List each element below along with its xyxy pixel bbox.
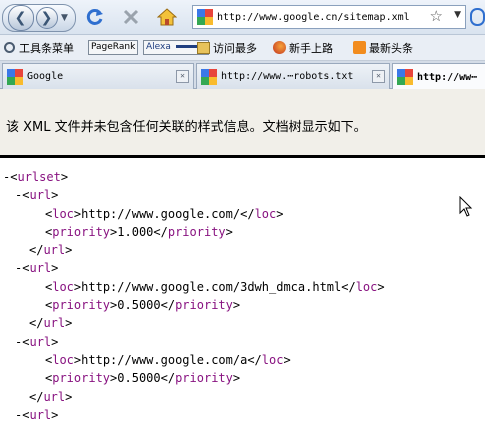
pagerank-icon: PageRank	[88, 40, 139, 55]
pagerank-button[interactable]: PageRank	[88, 39, 139, 56]
forward-button[interactable]: ❯	[35, 7, 58, 29]
xml-line: <priority>0.5000</priority>	[45, 298, 241, 313]
bookmark-most-visited[interactable]: 访问最多	[196, 39, 257, 56]
toolbar-gear-icon	[2, 41, 16, 55]
mouse-cursor-icon	[459, 196, 473, 217]
bookmark-latest-headlines[interactable]: 最新头条	[352, 39, 413, 56]
back-forward-group: ❮ ❯ ▼	[2, 4, 76, 32]
bookmark-star-icon[interactable]: ☆	[430, 7, 443, 25]
search-engine-icon[interactable]	[470, 4, 485, 30]
tab-robots[interactable]: http://www.⋯robots.txt ✕	[196, 63, 390, 89]
folder-icon	[196, 41, 210, 55]
bookmark-label: 访问最多	[213, 41, 257, 55]
tab-sitemap[interactable]: http://ww⋯	[392, 63, 485, 90]
xml-tag-name: priority	[175, 371, 233, 386]
bookmark-label: 最新头条	[369, 41, 413, 55]
tab-title: http://ww⋯	[417, 71, 478, 83]
address-bar[interactable]: http://www.google.cn/sitemap.xml ☆ ▼	[192, 5, 466, 29]
xml-tag-name: loc	[52, 279, 74, 294]
address-url: http://www.google.cn/sitemap.xml	[217, 11, 410, 23]
xml-tag-name: url	[29, 261, 52, 276]
xml-tag-name: url	[29, 188, 52, 203]
xml-line: <loc>http://www.google.com/</loc>	[45, 206, 284, 221]
xml-line: <loc>http://www.google.com/3dwh_dmca.htm…	[45, 279, 385, 294]
tab-title: http://www.⋯robots.txt	[221, 71, 354, 82]
rss-icon	[352, 41, 366, 55]
xml-tag-name: url	[43, 316, 66, 331]
xml-line: </url>	[29, 243, 73, 258]
xml-line: </url>	[29, 389, 73, 404]
xml-tag-name: priority	[52, 224, 111, 239]
google-favicon-icon	[7, 68, 23, 85]
xml-tag-name: priority	[175, 298, 233, 313]
xml-tag-name: priority	[167, 224, 226, 239]
loc-value: http://www.google.com/	[81, 206, 241, 221]
reload-icon	[86, 8, 103, 25]
xml-tag-name: priority	[52, 298, 111, 313]
stop-button[interactable]	[118, 4, 144, 30]
xml-line: -<url>	[15, 188, 59, 203]
xml-line: </url>	[29, 316, 73, 331]
xml-tag-name: loc	[52, 352, 74, 367]
home-button[interactable]	[154, 4, 180, 30]
tab-strip: Google ✕ http://www.⋯robots.txt ✕ http:/…	[0, 61, 485, 90]
bookmark-getting-started[interactable]: 新手上路	[272, 39, 333, 56]
navigation-toolbar: ❮ ❯ ▼ http://www.google.cn/sitemap.xml ☆…	[0, 0, 485, 35]
google-favicon-icon	[397, 69, 413, 85]
home-icon	[157, 8, 177, 26]
loc-value: http://www.google.com/3dwh_dmca.html	[81, 279, 342, 294]
xml-line: <priority>1.000</priority>	[45, 224, 233, 239]
toolbar-menu-button[interactable]: 工具条菜单	[2, 39, 74, 56]
priority-value: 0.5000	[117, 371, 161, 386]
priority-value: 1.000	[117, 224, 154, 239]
xml-tag-name: url	[29, 407, 52, 422]
tab-google[interactable]: Google ✕	[2, 63, 194, 89]
reload-button[interactable]	[82, 4, 108, 30]
xml-tag-name: loc	[261, 352, 284, 367]
xml-tag-name: url	[29, 334, 52, 349]
xml-tag-name: url	[43, 243, 66, 258]
bookmark-label: 工具条菜单	[19, 41, 74, 55]
tab-close-icon[interactable]: ✕	[372, 70, 385, 83]
xml-line: -<url>	[15, 261, 59, 276]
xml-tag-name: loc	[254, 206, 277, 221]
xml-info-text: 该 XML 文件并未包含任何关联的样式信息。文档树显示如下。	[6, 120, 367, 135]
alexa-label: Alexa	[146, 42, 171, 52]
xml-line: -<urlset>	[3, 170, 69, 184]
xml-line: -<url>	[15, 334, 59, 349]
loc-value: http://www.google.com/a	[81, 352, 248, 367]
xml-info-bar: 该 XML 文件并未包含任何关联的样式信息。文档树显示如下。	[0, 89, 485, 158]
xml-tag-name: priority	[52, 371, 111, 386]
bookmark-label: 新手上路	[289, 41, 333, 55]
stop-icon	[123, 9, 139, 25]
xml-line: <priority>0.5000</priority>	[45, 371, 241, 386]
url-dropdown-icon[interactable]: ▼	[454, 10, 461, 20]
xml-document-tree: -<urlset> -<url> <loc>http://www.google.…	[0, 168, 485, 424]
xml-tag-name: url	[43, 389, 66, 404]
xml-tag-name: loc	[52, 206, 74, 221]
google-favicon-icon	[201, 68, 217, 85]
back-button[interactable]: ❮	[7, 5, 34, 31]
bookmarks-toolbar: 工具条菜单 PageRank Alexa 访问最多 新手上路 最新头条	[0, 35, 485, 61]
xml-line: -<url>	[15, 407, 59, 422]
xml-line: <loc>http://www.google.com/a</loc>	[45, 352, 291, 367]
history-dropdown-icon[interactable]: ▼	[58, 13, 72, 23]
firefox-icon	[272, 41, 286, 55]
google-favicon-icon	[197, 9, 213, 25]
priority-value: 0.5000	[117, 298, 161, 313]
tab-close-icon[interactable]: ✕	[176, 70, 189, 83]
xml-tag-name: loc	[355, 279, 378, 294]
xml-tag-name: urlset	[17, 170, 61, 184]
tab-title: Google	[27, 71, 64, 82]
